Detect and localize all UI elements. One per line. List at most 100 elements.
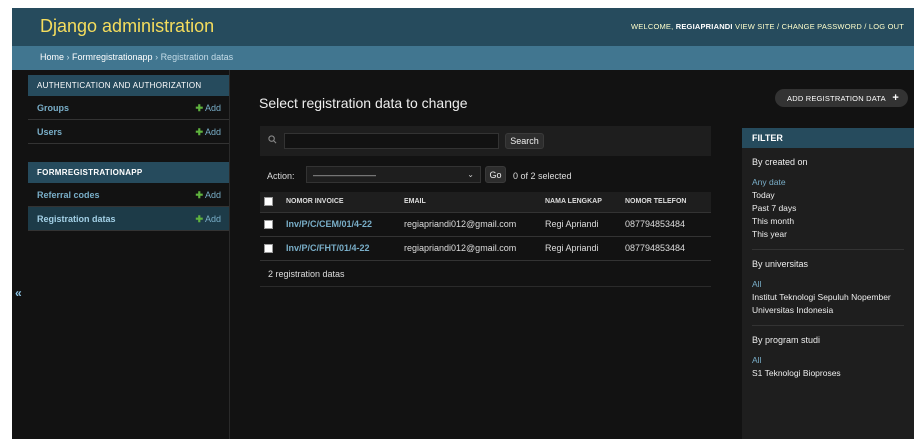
add-registration-data-button[interactable]: ADD REGISTRATION DATA + — [775, 89, 908, 107]
row-select-cell — [260, 212, 282, 237]
filter-group-program-studi: By program studi All S1 Teknologi Biopro… — [742, 335, 914, 380]
add-label: Add — [204, 103, 221, 113]
select-all-header — [260, 192, 282, 213]
sidebar-item-label[interactable]: Referral codes — [37, 190, 100, 200]
add-button-label: ADD REGISTRATION DATA — [787, 94, 886, 103]
filter-heading: FILTER — [742, 128, 914, 148]
filter-option-all[interactable]: All — [752, 354, 904, 367]
row-select-cell — [260, 236, 282, 261]
nama-cell: Regi Apriandi — [541, 212, 621, 237]
welcome-text: WELCOME, — [630, 22, 674, 31]
filter-option-today[interactable]: Today — [752, 189, 904, 202]
action-select[interactable]: ——————— ⌄ — [306, 166, 481, 183]
filter-option-this-year[interactable]: This year — [752, 228, 904, 241]
add-label: Add — [204, 214, 221, 224]
app-caption-auth[interactable]: AUTHENTICATION AND AUTHORIZATION — [28, 75, 229, 96]
filter-option-its[interactable]: Institut Teknologi Sepuluh Nopember — [752, 291, 904, 304]
invoice-link[interactable]: Inv/P/C/CEM/01/4-22 — [282, 212, 400, 237]
filter-option-past-7-days[interactable]: Past 7 days — [752, 202, 904, 215]
action-selected-value: ——————— — [313, 170, 376, 180]
plus-icon: ✚ — [195, 190, 203, 200]
plus-icon: + — [892, 92, 899, 104]
column-header-invoice[interactable]: NOMOR INVOICE — [282, 192, 400, 213]
filter-option-any-date[interactable]: Any date — [752, 176, 904, 189]
breadcrumb: Home › Formregistrationapp › Registratio… — [12, 46, 914, 70]
search-input[interactable] — [284, 133, 499, 149]
add-registration-data-link[interactable]: ✚ Add — [195, 214, 221, 225]
app-caption-formregistrationapp[interactable]: FORMREGISTRATIONAPP — [28, 162, 229, 183]
filter-divider — [752, 249, 904, 250]
actions-bar: Action: ——————— ⌄ Go 0 of 2 selected — [260, 162, 711, 192]
view-site-link[interactable]: VIEW SITE — [735, 22, 775, 31]
user-tools-sep: / — [861, 22, 869, 31]
username: REGIAPRIANDI — [675, 22, 733, 31]
result-list: NOMOR INVOICE EMAIL NAMA LENGKAP NOMOR T… — [260, 192, 711, 261]
content-main: Select registration data to change ADD R… — [230, 70, 914, 439]
search-button[interactable]: Search — [505, 133, 544, 149]
sidebar-item-label[interactable]: Users — [37, 127, 62, 137]
filter-divider — [752, 325, 904, 326]
table-header-row: NOMOR INVOICE EMAIL NAMA LENGKAP NOMOR T… — [260, 192, 711, 213]
table-row: Inv/P/C/CEM/01/4-22 regiapriandi012@gmai… — [260, 212, 711, 237]
plus-icon: ✚ — [195, 127, 203, 137]
site-brand[interactable]: Django administration — [40, 16, 214, 37]
telefon-cell: 087794853484 — [621, 212, 711, 237]
changelist: Search Action: ——————— ⌄ Go 0 of 2 selec… — [260, 126, 711, 308]
chevron-down-icon: ⌄ — [467, 170, 474, 179]
user-tools-sep: / — [774, 22, 782, 31]
invoice-link[interactable]: Inv/P/C/FHT/01/4-22 — [282, 236, 400, 261]
change-password-link[interactable]: CHANGE PASSWORD — [782, 22, 862, 31]
filter-option-s1-teknologi-bioproses[interactable]: S1 Teknologi Bioproses — [752, 367, 904, 380]
go-button[interactable]: Go — [485, 166, 506, 183]
filter-option-this-month[interactable]: This month — [752, 215, 904, 228]
email-cell: regiapriandi012@gmail.com — [400, 212, 541, 237]
filter-option-all[interactable]: All — [752, 278, 904, 291]
header: Django administration WELCOME, REGIAPRIA… — [12, 8, 914, 46]
add-label: Add — [204, 127, 221, 137]
plus-icon: ✚ — [195, 214, 203, 224]
user-tools: WELCOME, REGIAPRIANDI VIEW SITE / CHANGE… — [631, 22, 904, 31]
admin-window: Django administration WELCOME, REGIAPRIA… — [12, 8, 914, 439]
column-header-telefon[interactable]: NOMOR TELEFON — [621, 192, 711, 213]
selection-counter: 0 of 2 selected — [513, 171, 572, 181]
sidebar-item-users[interactable]: Users ✚ Add — [28, 120, 229, 144]
breadcrumb-current: Registration datas — [160, 52, 234, 62]
log-out-link[interactable]: LOG OUT — [869, 22, 904, 31]
sidebar-item-groups[interactable]: Groups ✚ Add — [28, 96, 229, 120]
add-user-link[interactable]: ✚ Add — [195, 127, 221, 138]
breadcrumb-sep: › — [152, 52, 161, 62]
collapse-sidebar-icon[interactable]: « — [15, 286, 22, 300]
row-checkbox[interactable] — [264, 220, 273, 230]
filter-option-ui[interactable]: Universitas Indonesia — [752, 304, 904, 317]
sidebar-toggle-column: « — [12, 70, 28, 439]
table-row: Inv/P/C/FHT/01/4-22 regiapriandi012@gmai… — [260, 236, 711, 261]
filter-group-created-on: By created on Any date Today Past 7 days… — [742, 157, 914, 250]
sidebar: AUTHENTICATION AND AUTHORIZATION Groups … — [28, 70, 230, 439]
sidebar-item-referral-codes[interactable]: Referral codes ✚ Add — [28, 183, 229, 207]
app-formregistrationapp: FORMREGISTRATIONAPP Referral codes ✚ Add … — [28, 162, 229, 231]
app-auth: AUTHENTICATION AND AUTHORIZATION Groups … — [28, 75, 229, 144]
sidebar-item-label[interactable]: Groups — [37, 103, 69, 113]
filter-title: By universitas — [752, 259, 809, 269]
nama-cell: Regi Apriandi — [541, 236, 621, 261]
column-header-nama[interactable]: NAMA LENGKAP — [541, 192, 621, 213]
action-label: Action: — [267, 171, 295, 181]
filter-title: By created on — [752, 157, 808, 167]
search-icon — [268, 135, 277, 144]
breadcrumb-app[interactable]: Formregistrationapp — [72, 52, 153, 62]
select-all-checkbox[interactable] — [264, 197, 273, 207]
page-title: Select registration data to change — [259, 95, 468, 111]
row-checkbox[interactable] — [264, 244, 273, 254]
sidebar-item-registration-datas[interactable]: Registration datas ✚ Add — [28, 207, 229, 231]
add-group-link[interactable]: ✚ Add — [195, 103, 221, 114]
sidebar-item-label[interactable]: Registration datas — [37, 214, 116, 224]
add-referral-code-link[interactable]: ✚ Add — [195, 190, 221, 201]
search-toolbar: Search — [260, 126, 711, 156]
plus-icon: ✚ — [195, 103, 203, 113]
filter-panel: FILTER By created on Any date Today Past… — [742, 128, 914, 439]
email-cell: regiapriandi012@gmail.com — [400, 236, 541, 261]
filter-title: By program studi — [752, 335, 821, 345]
column-header-email[interactable]: EMAIL — [400, 192, 541, 213]
breadcrumb-home[interactable]: Home — [40, 52, 64, 62]
add-label: Add — [204, 190, 221, 200]
